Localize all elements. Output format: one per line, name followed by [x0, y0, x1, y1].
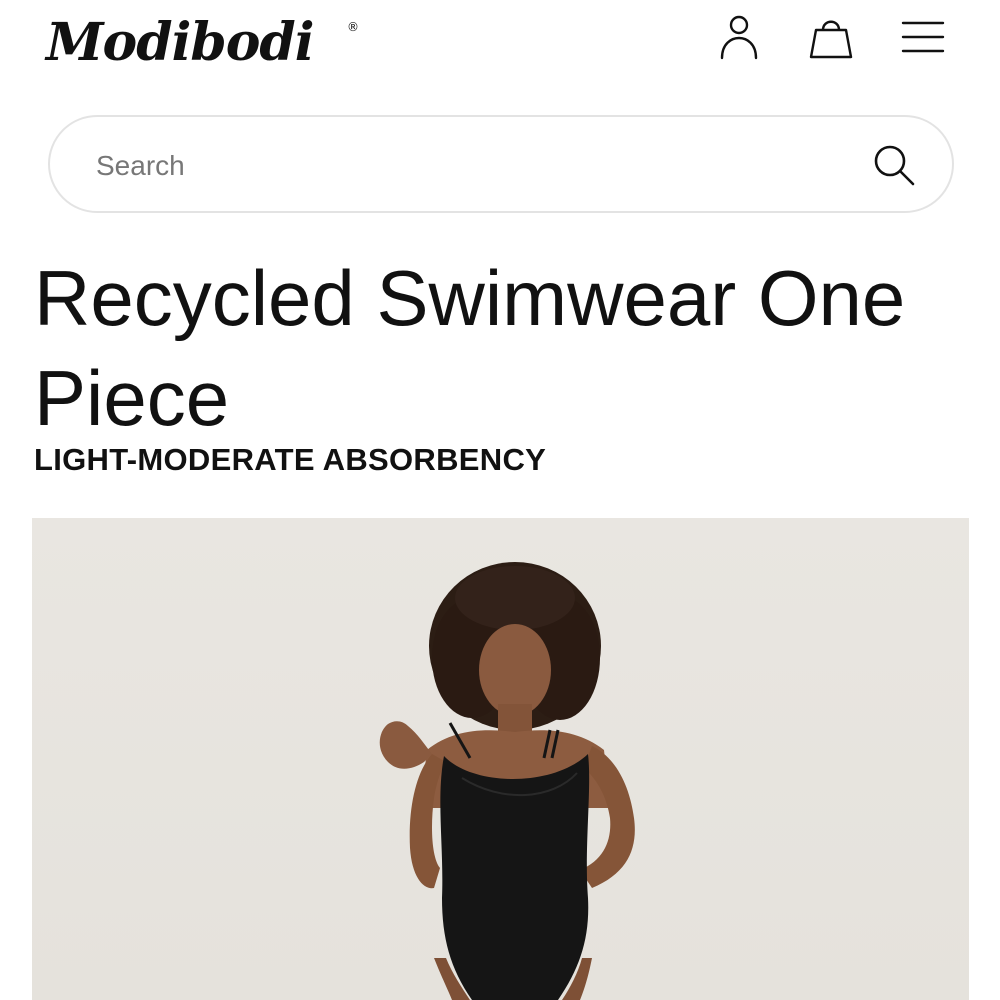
absorbency-label: LIGHT-MODERATE ABSORBENCY	[34, 442, 547, 477]
search-bar	[48, 115, 954, 213]
shopping-bag-icon[interactable]	[806, 12, 856, 62]
product-page: Modibodi ® Recycled Swimwear One Piec	[0, 0, 1000, 1000]
hamburger-menu-icon[interactable]	[898, 12, 948, 62]
search-input[interactable]	[94, 141, 858, 191]
search-icon[interactable]	[870, 141, 918, 189]
product-image[interactable]	[32, 518, 969, 1000]
model-photo	[379, 562, 635, 1000]
product-title: Recycled Swimwear One Piece	[34, 254, 906, 442]
brand-logo[interactable]: Modibodi	[46, 12, 315, 74]
registered-mark: ®	[347, 20, 359, 34]
user-icon[interactable]	[714, 12, 764, 62]
